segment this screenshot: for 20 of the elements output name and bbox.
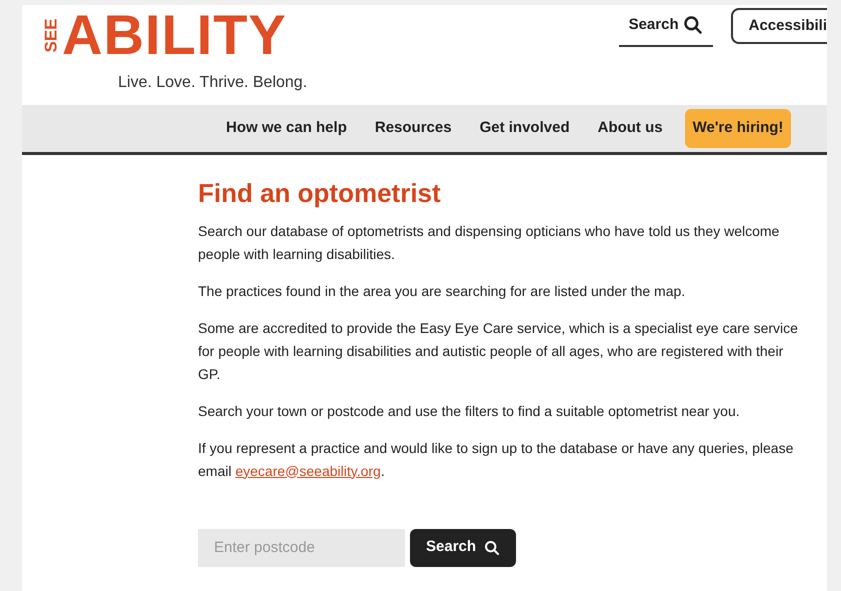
accessibility-button[interactable]: Accessibili <box>730 8 827 44</box>
paragraph: Search our database of optometrists and dispensing opticians who have told us they welcome people with learning disabilities. <box>198 222 780 264</box>
search-icon <box>484 540 500 556</box>
nav-link[interactable]: Get involved <box>466 109 584 148</box>
email-link[interactable]: eyecare@seeability.org <box>235 462 381 478</box>
nav-link[interactable]: Resources <box>360 109 466 148</box>
tagline: Live. Love. Thrive. Belong. <box>118 73 308 93</box>
paragraph: Some are accredited to provide the Easy Eye Care service, which is a specialist eye care service for people with learning disabilities and autistic people of all ages, who are registered with their GP. <box>198 318 799 384</box>
paragraph: The practices found in the area you are searching for are listed under the map. <box>198 282 686 301</box>
nav-link[interactable]: How we can help <box>212 109 361 148</box>
paragraph: If you represent a practice and would like to sign up to the database or have any queries, please email eyecare@seeability.org. <box>198 438 794 481</box>
search-icon <box>682 15 703 36</box>
page-title: Find an optometrist <box>198 177 442 210</box>
logo-side-text: SEE <box>42 18 60 52</box>
nav-link[interactable]: About us <box>584 109 677 148</box>
logo-text: ABILITY <box>62 7 287 63</box>
postcode-field[interactable]: Enter postcode <box>198 528 405 566</box>
paragraph: Search your town or postcode and use the filters to find a suitable optometrist near you. <box>198 402 741 421</box>
search-button[interactable]: Search <box>410 528 516 566</box>
search-link[interactable]: Search <box>618 8 713 46</box>
